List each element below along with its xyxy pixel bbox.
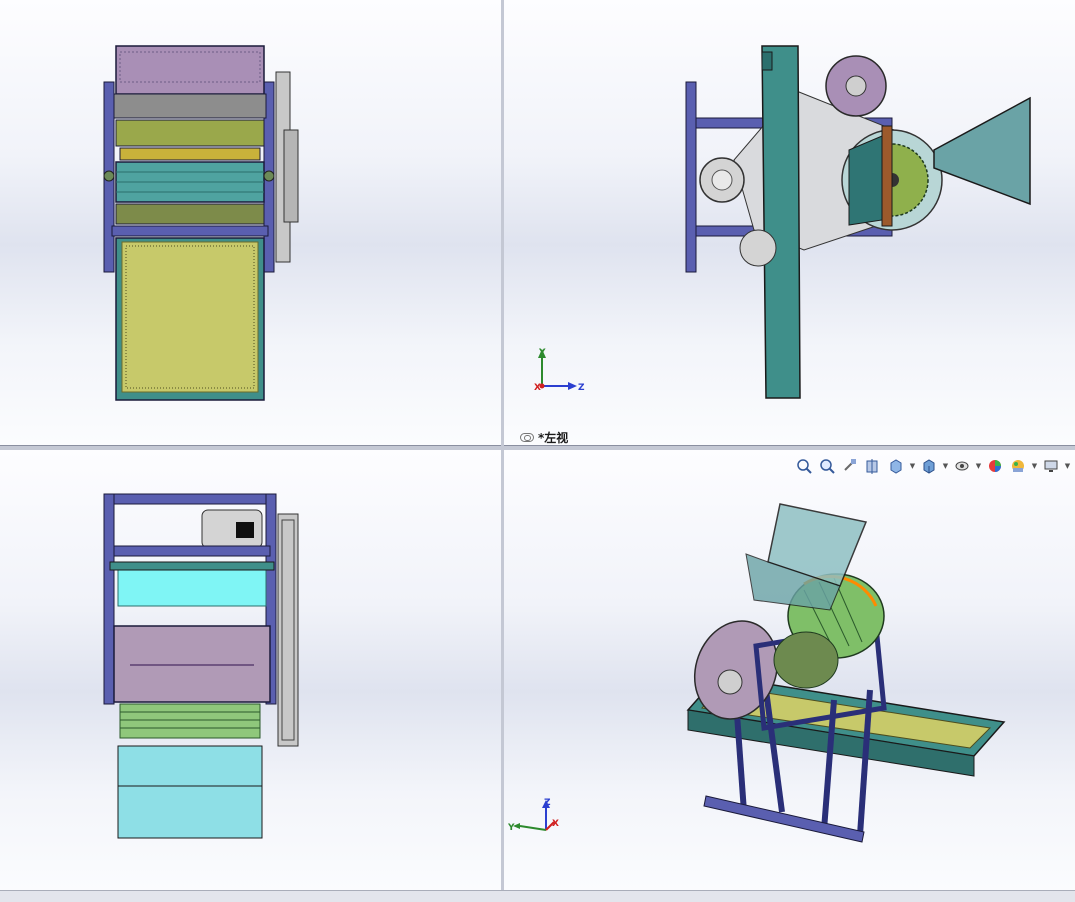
coordinate-triad: Y Z X — [534, 348, 585, 393]
section-view-icon[interactable] — [863, 456, 883, 476]
cad-application: Y Z X *左视 ▼ ▼ ▼ ▼ ▼ Z Y X — [0, 0, 1075, 902]
zoom-to-fit-icon[interactable] — [794, 456, 814, 476]
triad-z-label: Z — [578, 383, 585, 393]
triad-z-label: Z — [544, 798, 551, 808]
viewport-left-view[interactable]: Y Z X *左视 — [504, 0, 1075, 446]
triad-y-label: Y — [508, 823, 515, 833]
view-name-label: *左视 — [520, 429, 569, 445]
viewport-splitter-vertical[interactable] — [501, 0, 504, 890]
link-views-icon[interactable] — [520, 433, 534, 442]
zoom-to-area-icon[interactable] — [817, 456, 837, 476]
display-style-dropdown[interactable]: ▼ — [942, 456, 949, 476]
top-view-model — [103, 45, 299, 401]
viewport-splitter-horizontal[interactable] — [0, 446, 1075, 450]
previous-view-icon[interactable] — [840, 456, 860, 476]
display-style-icon[interactable] — [919, 456, 939, 476]
triad-y-label: Y — [538, 348, 546, 358]
triad-x-label: X — [534, 383, 541, 393]
triad-x-label: X — [552, 819, 559, 829]
hide-show-items-icon[interactable] — [952, 456, 972, 476]
view-settings-icon[interactable] — [1041, 456, 1061, 476]
viewport-front-view[interactable] — [0, 450, 502, 890]
viewport-top-view[interactable] — [0, 0, 502, 446]
view-orientation-icon[interactable] — [886, 456, 906, 476]
view-settings-dropdown[interactable]: ▼ — [1064, 456, 1071, 476]
hide-show-items-dropdown[interactable]: ▼ — [975, 456, 982, 476]
status-bar — [0, 890, 1075, 902]
isometric-view-model — [686, 503, 1006, 843]
apply-scene-dropdown[interactable]: ▼ — [1031, 456, 1038, 476]
viewport-isometric-view[interactable]: ▼ ▼ ▼ ▼ ▼ Z Y X — [504, 450, 1075, 890]
heads-up-view-toolbar: ▼ ▼ ▼ ▼ ▼ — [794, 456, 1071, 476]
apply-scene-icon[interactable] — [1008, 456, 1028, 476]
front-view-model — [103, 493, 299, 839]
view-orientation-dropdown[interactable]: ▼ — [909, 456, 916, 476]
view-name-text: *左视 — [538, 431, 569, 445]
coordinate-triad-iso: Z Y X — [508, 798, 559, 833]
edit-appearance-icon[interactable] — [985, 456, 1005, 476]
